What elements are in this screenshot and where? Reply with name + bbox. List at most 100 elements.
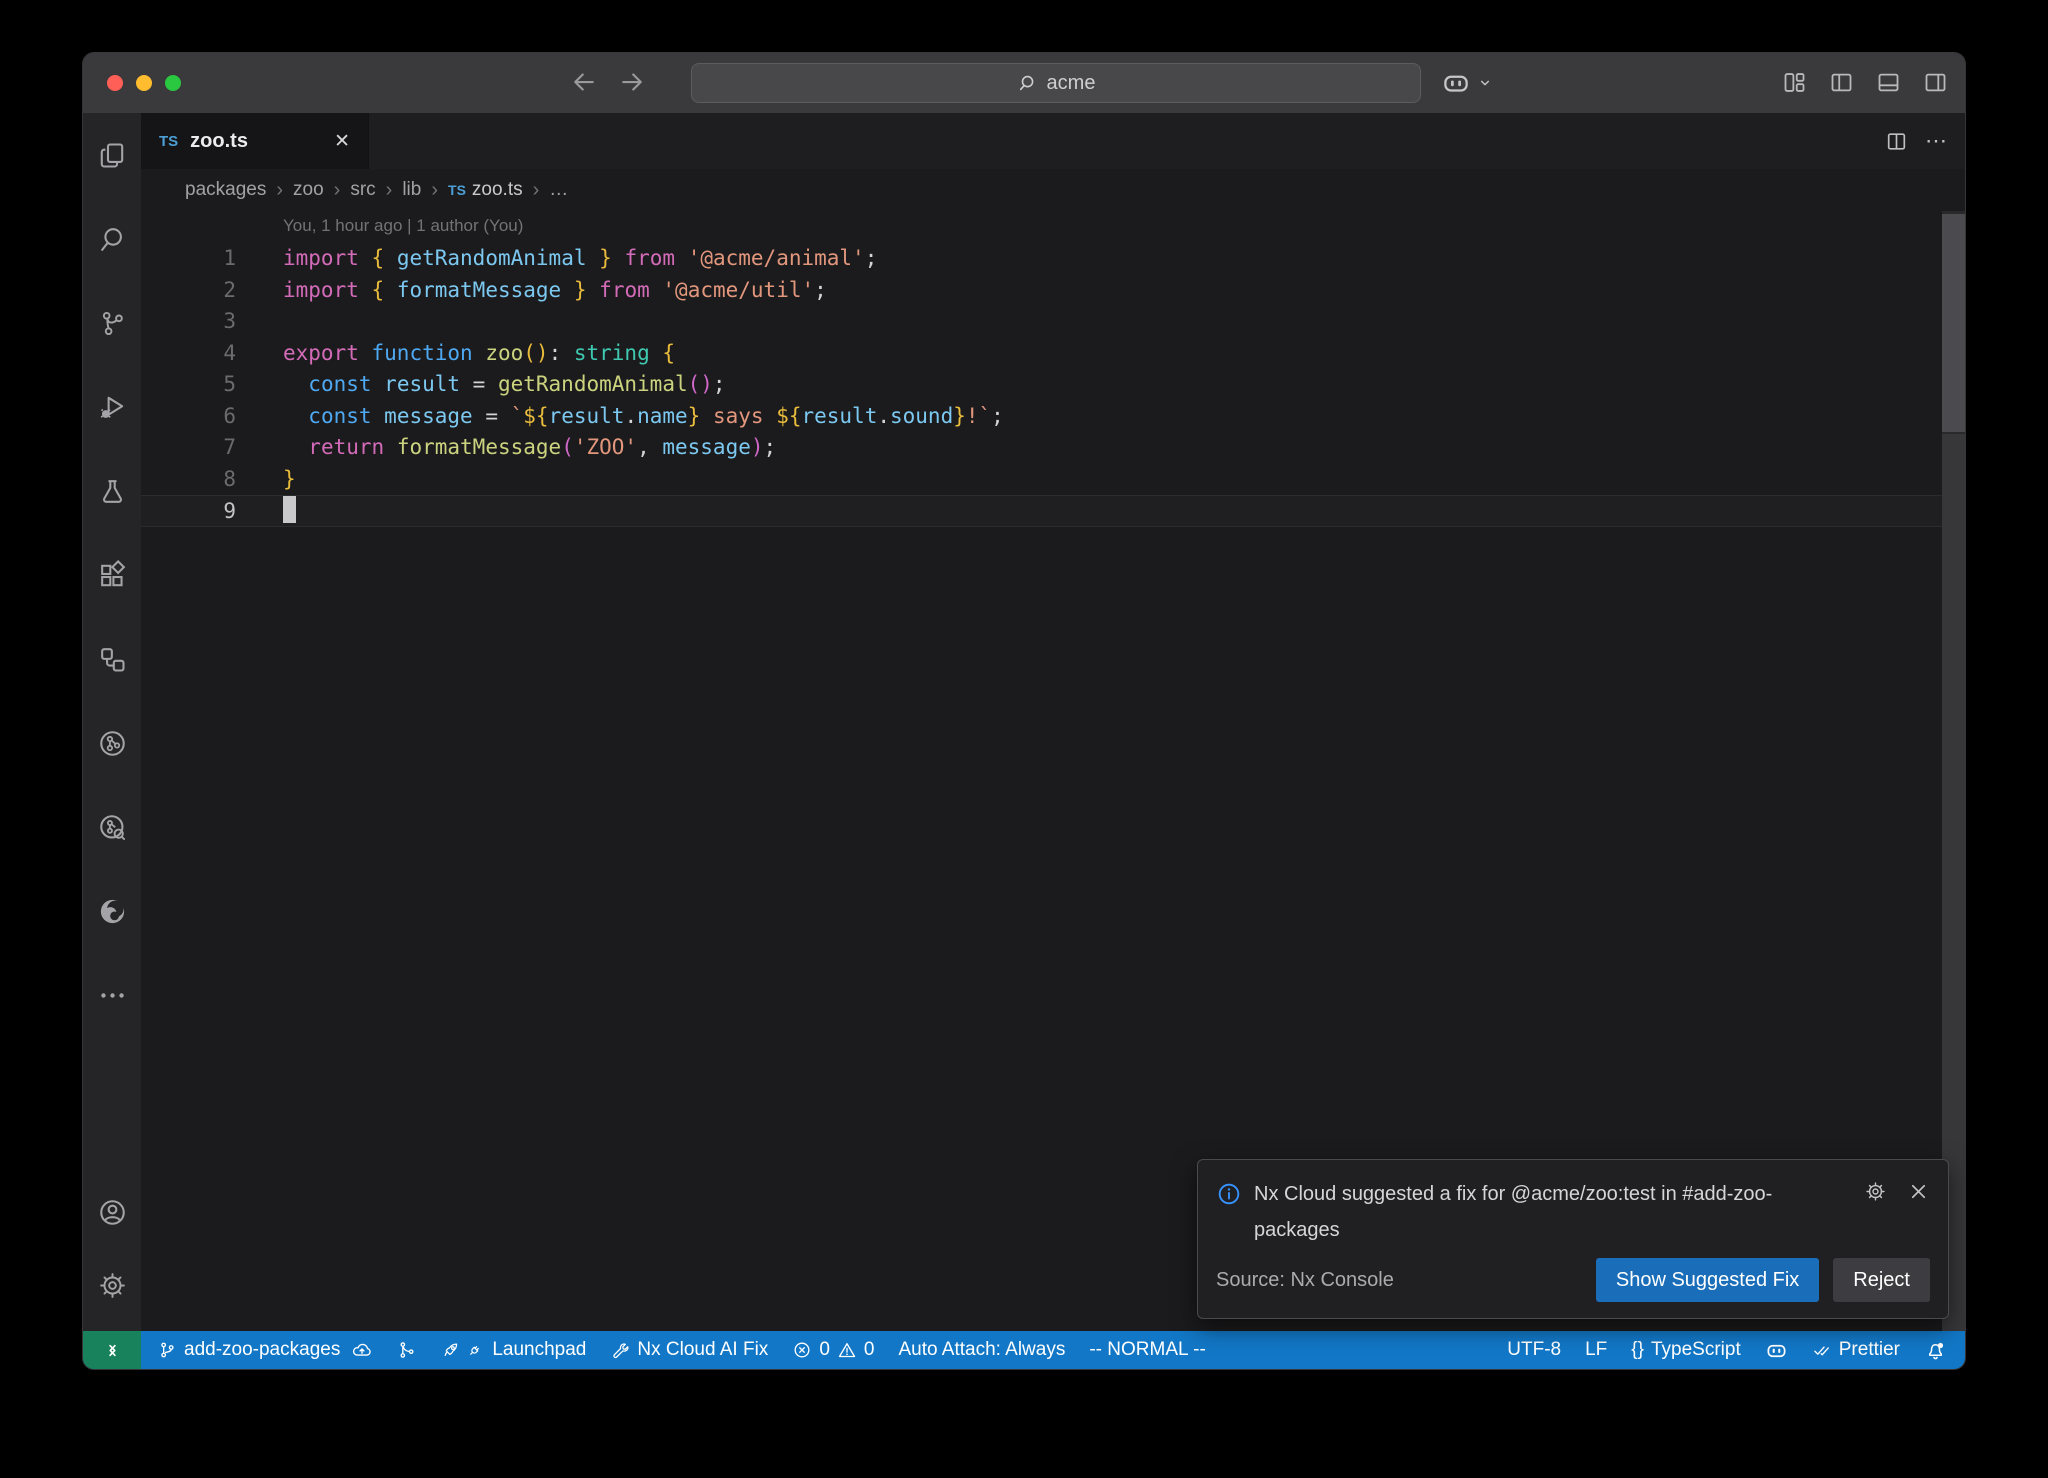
vim-mode-status[interactable]: -- NORMAL -- (1089, 1339, 1205, 1361)
search-icon (1017, 72, 1039, 94)
toggle-primary-sidebar-icon[interactable] (1828, 69, 1855, 96)
code-text: const result = getRandomAnimal(); (283, 369, 726, 401)
source-control-icon[interactable] (97, 308, 128, 339)
code-text: } (283, 464, 296, 496)
code-token: ` (511, 404, 524, 428)
run-debug-icon[interactable] (97, 392, 128, 423)
eol-label: LF (1585, 1339, 1607, 1361)
code-token (359, 341, 372, 365)
nx-console-icon[interactable] (97, 728, 128, 759)
code-token (612, 246, 625, 270)
breadcrumb-overflow[interactable]: … (549, 179, 568, 201)
tab-label: zoo.ts (190, 130, 248, 153)
code-line[interactable]: 7 return formatMessage('ZOO', message); (141, 432, 1965, 464)
show-suggested-fix-button[interactable]: Show Suggested Fix (1596, 1258, 1819, 1302)
more-views-icon[interactable] (97, 980, 128, 1011)
code-token: return (308, 435, 384, 459)
desktop: acme (0, 0, 2048, 1478)
toggle-panel-icon[interactable] (1875, 69, 1902, 96)
code-token: ${ (523, 404, 548, 428)
copilot-status[interactable] (1765, 1339, 1788, 1362)
search-sidebar-icon[interactable] (97, 224, 128, 255)
command-center-search[interactable]: acme (691, 63, 1421, 103)
minimize-window-button[interactable] (136, 75, 152, 91)
wrench-icon (610, 1340, 630, 1360)
tab-close-icon[interactable]: ✕ (334, 130, 350, 153)
breadcrumb-item[interactable]: src (350, 179, 375, 201)
info-icon (1216, 1181, 1242, 1207)
nx-cloud-ai-fix-status[interactable]: Nx Cloud AI Fix (610, 1339, 768, 1361)
nx-projects-icon[interactable] (97, 644, 128, 675)
edge-browser-icon[interactable] (97, 896, 128, 927)
project-graph-status[interactable] (397, 1340, 417, 1360)
code-token: ; (764, 435, 777, 459)
close-window-button[interactable] (107, 75, 123, 91)
reject-button[interactable]: Reject (1833, 1258, 1930, 1302)
chevron-down-icon (1475, 73, 1495, 93)
code-line[interactable]: 6 const message = `${result.name} says $… (141, 401, 1965, 433)
tab-zoo-ts[interactable]: TS zoo.ts ✕ (141, 113, 369, 169)
code-line[interactable]: 8} (141, 464, 1965, 496)
line-number: 2 (141, 275, 236, 307)
publish-cloud-icon (351, 1339, 373, 1361)
line-number: 6 (141, 401, 236, 433)
git-branch-icon (157, 1340, 177, 1360)
code-line[interactable]: 1import { getRandomAnimal } from '@acme/… (141, 243, 1965, 275)
line-number: 3 (141, 306, 236, 338)
code-line[interactable]: 5 const result = getRandomAnimal(); (141, 369, 1965, 401)
code-line[interactable]: 2import { formatMessage } from '@acme/ut… (141, 275, 1965, 307)
titlebar: acme (83, 53, 1965, 114)
editor-more-actions-icon[interactable]: ⋯ (1925, 136, 1949, 146)
git-branch-status[interactable]: add-zoo-packages (157, 1339, 373, 1361)
auto-attach-status[interactable]: Auto Attach: Always (898, 1339, 1065, 1361)
code-token (372, 372, 385, 396)
account-icon[interactable] (97, 1197, 128, 1228)
code-line[interactable]: 4export function zoo(): string { (141, 338, 1965, 370)
code-line[interactable]: 9 (141, 495, 1965, 527)
line-number: 8 (141, 464, 236, 496)
explorer-icon[interactable] (97, 140, 128, 171)
back-arrow-icon[interactable] (569, 67, 599, 97)
code-token: getRandomAnimal (397, 246, 587, 270)
customize-layout-icon[interactable] (1781, 69, 1808, 96)
problems-status[interactable]: 0 0 (792, 1339, 874, 1361)
code-line[interactable]: 3 (141, 306, 1965, 338)
code-token: { (372, 246, 385, 270)
double-check-icon (1812, 1340, 1832, 1360)
formatter-status[interactable]: Prettier (1812, 1339, 1900, 1361)
notifications-status[interactable] (1924, 1339, 1947, 1362)
eol-status[interactable]: LF (1585, 1339, 1607, 1361)
launchpad-status[interactable]: Launchpad (441, 1339, 586, 1361)
forward-arrow-icon[interactable] (617, 67, 647, 97)
code-token: !` (966, 404, 991, 428)
notification-close-icon[interactable] (1907, 1180, 1930, 1203)
breadcrumb-item[interactable]: packages (185, 179, 266, 201)
line-number: 7 (141, 432, 236, 464)
breadcrumb-separator-icon: › (431, 179, 438, 202)
scrollbar-slider[interactable] (1942, 214, 1965, 432)
zoom-window-button[interactable] (165, 75, 181, 91)
code-token: '@acme/animal' (688, 246, 865, 270)
toggle-secondary-sidebar-icon[interactable] (1922, 69, 1949, 96)
code-token: formatMessage (397, 278, 561, 302)
extensions-icon[interactable] (97, 560, 128, 591)
code-token: from (599, 278, 650, 302)
testing-icon[interactable] (97, 476, 128, 507)
code-token: zoo (485, 341, 523, 365)
breadcrumb-item[interactable]: zoo (293, 179, 324, 201)
remote-indicator[interactable] (83, 1331, 141, 1369)
copilot-menu[interactable] (1441, 68, 1495, 98)
breadcrumb-separator-icon: › (533, 179, 540, 202)
notification-settings-gear-icon[interactable] (1864, 1180, 1887, 1203)
settings-gear-icon[interactable] (97, 1270, 128, 1301)
code-token: { (662, 341, 675, 365)
breadcrumb: packages›zoo›src›lib›TSzoo.ts›… (141, 169, 1965, 211)
breadcrumb-item[interactable]: lib (402, 179, 421, 201)
code-token: result (801, 404, 877, 428)
code-token: } (599, 246, 612, 270)
split-editor-icon[interactable] (1884, 129, 1909, 154)
language-status[interactable]: {} TypeScript (1631, 1339, 1740, 1361)
breadcrumb-file[interactable]: TSzoo.ts (448, 179, 523, 201)
nx-cloud-icon[interactable] (97, 812, 128, 843)
encoding-status[interactable]: UTF-8 (1507, 1339, 1561, 1361)
